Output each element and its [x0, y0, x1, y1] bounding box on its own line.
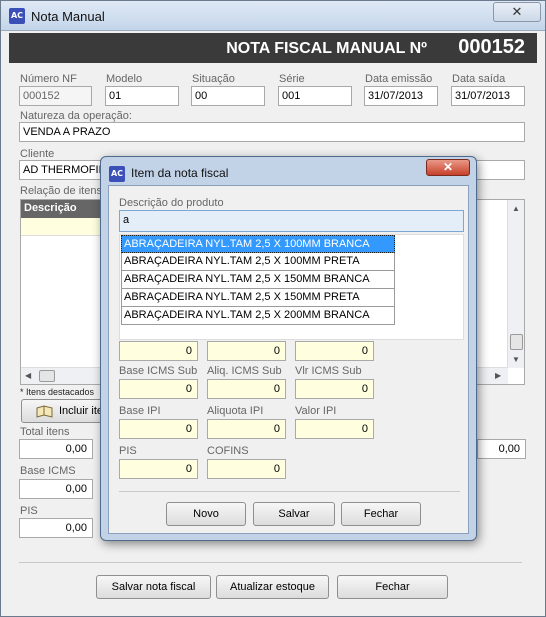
book-icon [36, 405, 53, 418]
base-icms-field[interactable]: 0,00 [19, 479, 93, 499]
data-emissao-field[interactable]: 31/07/2013 [364, 86, 438, 106]
column-header-descricao[interactable]: Descrição [21, 200, 103, 218]
base-icms-sub-field[interactable]: 0 [119, 379, 198, 399]
data-saida-label: Data saída [452, 73, 506, 85]
cofins-field[interactable]: 0 [207, 459, 286, 479]
nota-header-label: NOTA FISCAL MANUAL Nº [226, 40, 427, 57]
scroll-left-icon[interactable]: ◀ [25, 371, 31, 380]
dialog-close-button[interactable]: ✕ [426, 159, 470, 176]
nota-header-number: 000152 [458, 36, 525, 58]
table-row[interactable] [21, 218, 103, 236]
total-right-field[interactable]: 0,00 [477, 439, 526, 459]
suggestion-item[interactable]: ABRAÇADEIRA NYL.TAM 2,5 X 200MM BRANCA [121, 307, 395, 325]
aliquota-ipi-label: Aliquota IPI [207, 405, 264, 417]
nota-header-bar: NOTA FISCAL MANUAL Nº 000152 [9, 33, 537, 63]
aliq-icms-sub-label: Aliq. ICMS Sub [207, 365, 282, 377]
item-nota-dialog: AC Item da nota fiscal ✕ Descrição do pr… [100, 156, 477, 541]
situacao-field[interactable]: 00 [191, 86, 265, 106]
incluir-itens-button[interactable]: Incluir itens [21, 399, 106, 423]
footer-divider [19, 562, 522, 563]
itens-destacados-note: * Itens destacados [20, 387, 95, 397]
descricao-produto-label: Descrição do produto [119, 197, 224, 209]
suggestion-item[interactable]: ABRAÇADEIRA NYL.TAM 2,5 X 150MM BRANCA [121, 271, 395, 289]
pis-dialog-field[interactable]: 0 [119, 459, 198, 479]
pis-dialog-label: PIS [119, 445, 137, 457]
cliente-label: Cliente [20, 148, 55, 160]
suggestion-item[interactable]: ABRAÇADEIRA NYL.TAM 2,5 X 100MM BRANCA [121, 235, 395, 253]
vertical-scrollbar[interactable]: ▲ ▼ [507, 200, 524, 368]
valor-ipi-field[interactable]: 0 [295, 419, 374, 439]
base-icms-sub-label: Base ICMS Sub [119, 365, 198, 377]
total-itens-label: Total itens [20, 426, 70, 438]
relacao-itens-label: Relação de itens [20, 185, 102, 197]
suggestion-item[interactable]: ABRAÇADEIRA NYL.TAM 2,5 X 150MM PRETA [121, 289, 395, 307]
base-ipi-label: Base IPI [119, 405, 161, 417]
salvar-button[interactable]: Salvar [253, 502, 335, 526]
row1-field-2[interactable]: 0 [207, 341, 286, 361]
modelo-label: Modelo [106, 73, 143, 85]
total-itens-field[interactable]: 0,00 [19, 439, 93, 459]
row1-field-1[interactable]: 0 [119, 341, 198, 361]
base-icms-label: Base ICMS [20, 465, 76, 477]
modelo-field[interactable]: 01 [105, 86, 179, 106]
window-title: Nota Manual [31, 9, 105, 24]
fechar-button[interactable]: Fechar [337, 575, 448, 599]
scroll-up-icon[interactable]: ▲ [512, 204, 520, 213]
scroll-thumb[interactable] [510, 334, 523, 350]
window-close-button[interactable]: ✕ [493, 2, 541, 22]
novo-button[interactable]: Novo [166, 502, 246, 526]
app-icon: AC [9, 8, 25, 24]
base-ipi-field[interactable]: 0 [119, 419, 198, 439]
salvar-nota-button[interactable]: Salvar nota fiscal [96, 575, 211, 599]
row1-field-3[interactable]: 0 [295, 341, 374, 361]
dialog-divider [119, 491, 460, 492]
pis-field[interactable]: 0,00 [19, 518, 93, 538]
suggestion-item[interactable]: ABRAÇADEIRA NYL.TAM 2,5 X 100MM PRETA [121, 253, 395, 271]
descricao-produto-input[interactable]: a [119, 210, 464, 232]
cofins-label: COFINS [207, 445, 249, 457]
data-saida-field[interactable]: 31/07/2013 [451, 86, 525, 106]
dialog-title: Item da nota fiscal [131, 166, 229, 180]
fechar-dialog-button[interactable]: Fechar [341, 502, 421, 526]
dialog-app-icon: AC [109, 166, 125, 182]
aliq-icms-sub-field[interactable]: 0 [207, 379, 286, 399]
hscroll-thumb[interactable] [39, 370, 55, 382]
numero-nf-label: Número NF [20, 73, 77, 85]
product-suggestion-list[interactable]: ABRAÇADEIRA NYL.TAM 2,5 X 100MM BRANCA A… [119, 234, 464, 340]
window-titlebar[interactable]: AC Nota Manual ✕ [1, 1, 545, 31]
scroll-right-icon[interactable]: ▶ [495, 371, 501, 380]
serie-label: Série [279, 73, 305, 85]
incluir-itens-label: Incluir itens [59, 405, 105, 417]
serie-field[interactable]: 001 [278, 86, 352, 106]
scroll-down-icon[interactable]: ▼ [512, 355, 520, 364]
aliquota-ipi-field[interactable]: 0 [207, 419, 286, 439]
pis-label: PIS [20, 505, 38, 517]
natureza-label: Natureza da operação: [20, 110, 132, 122]
atualizar-estoque-button[interactable]: Atualizar estoque [216, 575, 329, 599]
vlr-icms-sub-field[interactable]: 0 [295, 379, 374, 399]
natureza-field[interactable]: VENDA A PRAZO [19, 122, 525, 142]
situacao-label: Situação [192, 73, 235, 85]
numero-nf-field[interactable]: 000152 [19, 86, 92, 106]
data-emissao-label: Data emissão [365, 73, 433, 85]
dialog-body: Descrição do produto a ABRAÇADEIRA NYL.T… [108, 185, 469, 534]
valor-ipi-label: Valor IPI [295, 405, 337, 417]
vlr-icms-sub-label: Vlr ICMS Sub [295, 365, 362, 377]
